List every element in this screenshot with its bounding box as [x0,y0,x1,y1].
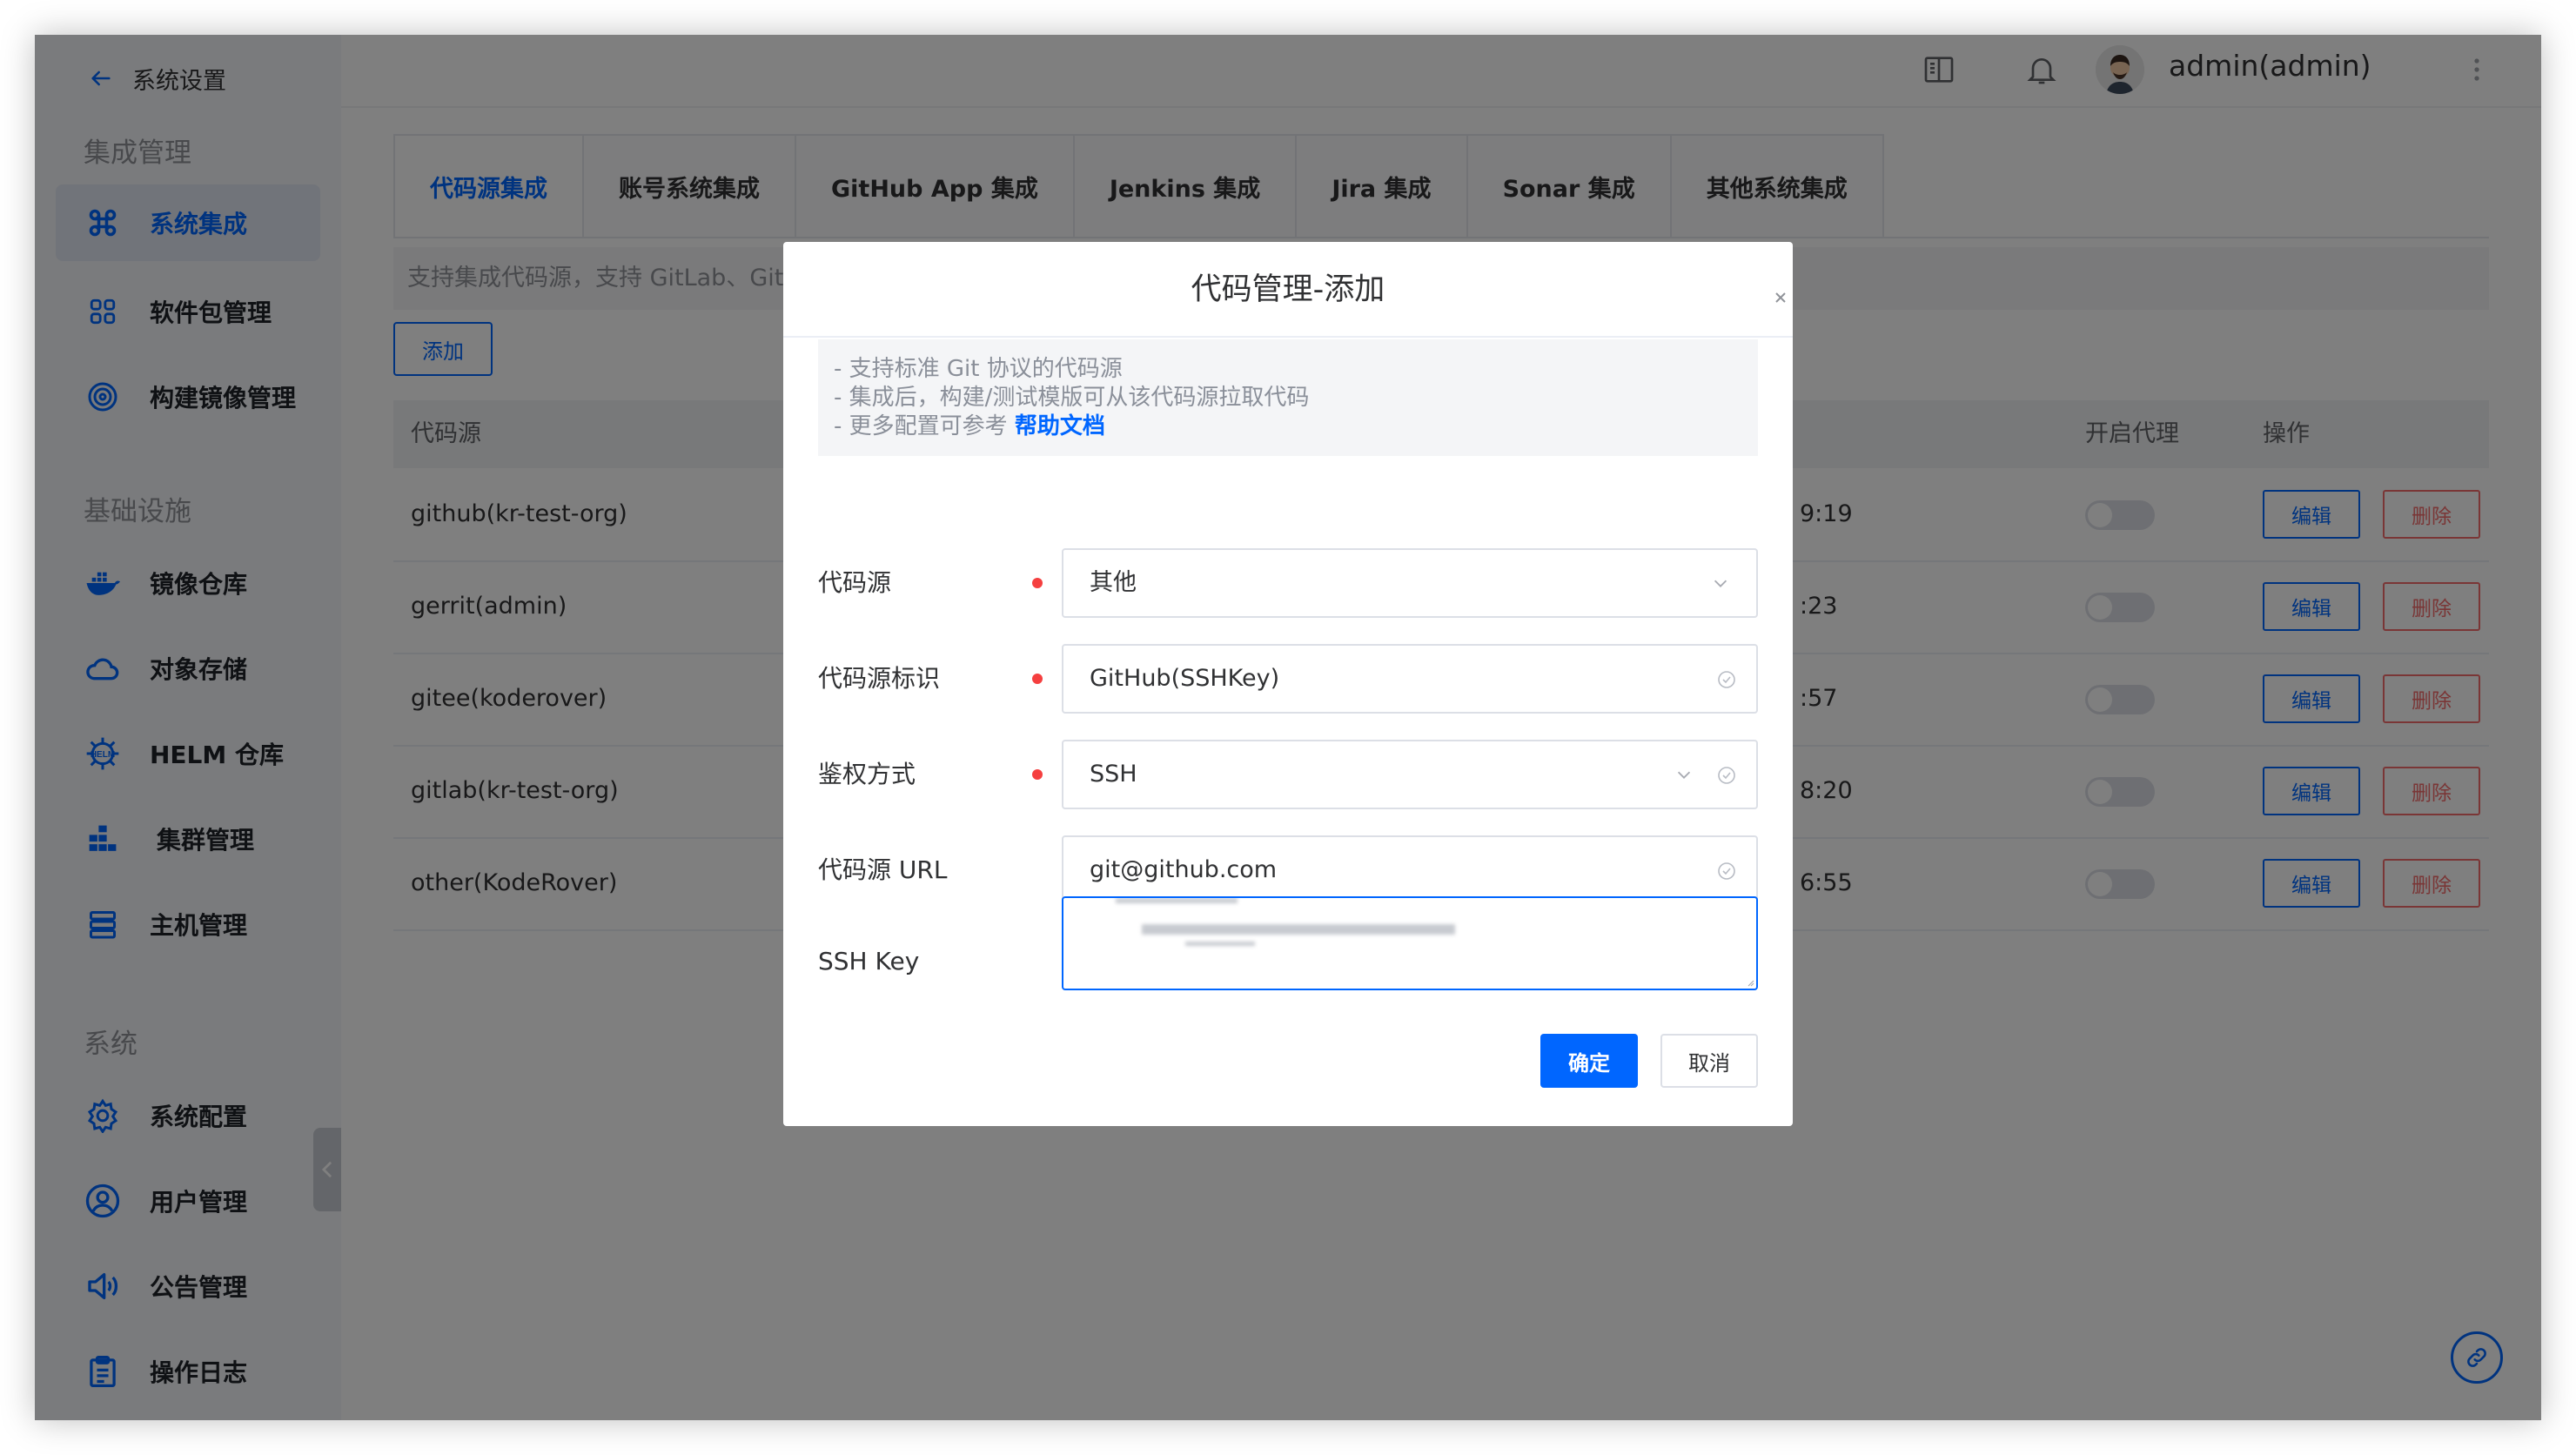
field-label-auth-method: 鉴权方式 [818,760,916,788]
check-circle-icon [1718,671,1735,688]
source-id-value: GitHub(SSHKey) [1090,665,1280,692]
close-icon[interactable] [1772,289,1789,306]
dialog-title: 代码管理-添加 [783,242,1793,338]
required-indicator [1032,578,1043,588]
info-box: - 支持标准 Git 协议的代码源 - 集成后，构建/测试模版可从该代码源拉取代… [818,339,1758,456]
chevron-down-icon [1677,771,1691,779]
auth-method-select[interactable]: SSH [1062,740,1758,809]
source-id-input[interactable]: GitHub(SSHKey) [1062,644,1758,714]
source-type-select[interactable]: 其他 [1062,548,1758,618]
info-line: - 支持标准 Git 协议的代码源 [834,356,1123,382]
field-label-source-url: 代码源 URL [818,855,948,884]
field-label-source-type: 代码源 [818,568,892,597]
cancel-button[interactable]: 取消 [1660,1034,1758,1088]
check-circle-icon [1718,862,1735,880]
field-label-ssh-key: SSH Key [818,947,920,976]
ssh-key-textarea[interactable] [1062,896,1758,990]
chevron-down-icon [1714,580,1727,587]
redacted-key-text [1142,924,1455,935]
required-indicator [1032,674,1043,684]
redacted-key-text [1185,942,1255,946]
app-window: 系统设置 集成管理 系统集成 软件包管理 构建镜像管理 基础设施 [35,35,2541,1420]
redacted-key-text [1116,898,1238,903]
required-indicator [1032,769,1043,780]
source-url-value: git@github.com [1090,856,1278,883]
info-line: - 集成后，构建/测试模版可从该代码源拉取代码 [834,385,1310,411]
confirm-button[interactable]: 确定 [1540,1034,1638,1088]
source-type-value: 其他 [1090,569,1137,596]
info-line: - 更多配置可参考 [834,413,1015,439]
auth-method-value: SSH [1090,761,1137,788]
resize-handle-icon[interactable] [1746,978,1754,987]
source-url-input[interactable]: git@github.com [1062,835,1758,905]
help-doc-link[interactable]: 帮助文档 [1015,413,1105,439]
check-circle-icon [1718,767,1735,784]
add-code-source-dialog: 代码管理-添加 - 支持标准 Git 协议的代码源 - 集成后，构建/测试模版可… [783,242,1793,1126]
field-label-source-id: 代码源标识 [818,664,941,693]
info-line-help: - 更多配置可参考 帮助文档 [834,412,1742,441]
